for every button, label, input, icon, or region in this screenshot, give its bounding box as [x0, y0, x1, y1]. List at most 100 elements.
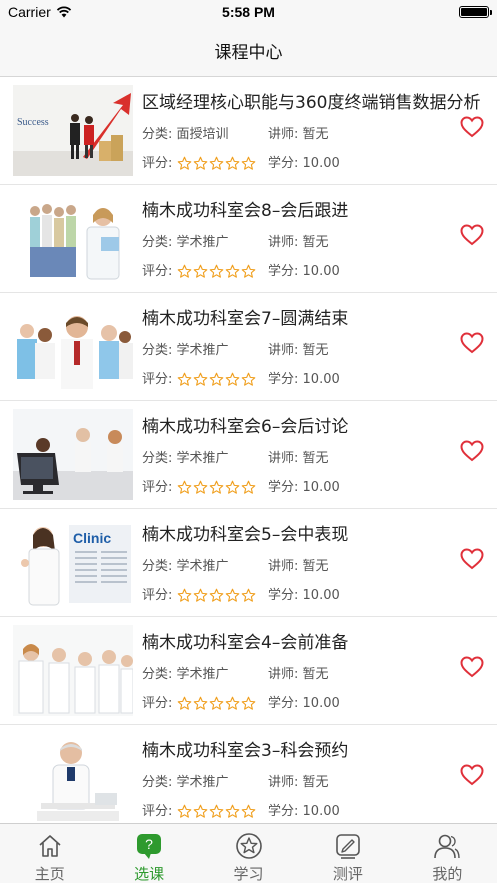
user-icon	[433, 832, 461, 860]
favorite-heart-icon[interactable]	[460, 224, 484, 246]
star-icon	[193, 372, 207, 386]
course-thumbnail	[13, 193, 133, 284]
star-icon	[193, 480, 207, 494]
credit-value: 10.00	[302, 588, 340, 603]
category-label: 分类:	[142, 127, 173, 142]
tab-star-badge[interactable]: 学习	[199, 824, 298, 883]
course-credit: 学分: 10.00	[268, 800, 340, 819]
favorite-heart-icon[interactable]	[460, 764, 484, 786]
category-label: 分类:	[142, 343, 173, 358]
credit-label: 学分:	[268, 264, 299, 279]
favorite-heart-icon[interactable]	[460, 332, 484, 354]
course-title: 楠木成功科室会4–会前准备	[142, 633, 349, 653]
question-bubble-icon: ?	[135, 832, 163, 860]
course-category: 分类: 学术推广	[142, 663, 229, 682]
course-category: 分类: 学术推广	[142, 447, 229, 466]
star-icon	[241, 156, 255, 170]
star-icon	[225, 480, 239, 494]
category-value: 学术推广	[176, 343, 229, 358]
lecturer-label: 讲师:	[268, 343, 299, 358]
course-list[interactable]: Success 区域经理核心职能与360度终端销售数据分析 分类: 面授培训 讲师: …	[0, 77, 497, 823]
star-icon	[225, 804, 239, 818]
lecturer-label: 讲师:	[268, 775, 299, 790]
course-rating: 评分:	[142, 692, 256, 711]
lecturer-value: 暂无	[302, 775, 329, 790]
star-icon	[225, 696, 239, 710]
tab-bar: 主页? 选课 学习 测评 我的	[0, 823, 497, 883]
star-icon	[225, 156, 239, 170]
course-rating: 评分:	[142, 260, 256, 279]
thumb-text: Clinic	[73, 530, 111, 546]
star-icon	[241, 588, 255, 602]
credit-value: 10.00	[302, 804, 340, 819]
tab-label: 主页	[34, 865, 65, 883]
course-rating: 评分:	[142, 368, 256, 387]
course-item[interactable]: 楠木成功科室会7–圆满结束 分类: 学术推广 讲师: 暂无 评分: 学分: 10.00	[0, 293, 497, 401]
rating-label: 评分:	[142, 156, 173, 171]
category-label: 分类:	[142, 667, 173, 682]
tab-label: 学习	[233, 865, 264, 883]
course-item[interactable]: 楠木成功科室会8–会后跟进 分类: 学术推广 讲师: 暂无 评分: 学分: 10.00	[0, 185, 497, 293]
tab-home[interactable]: 主页	[0, 824, 99, 883]
course-category: 分类: 学术推广	[142, 771, 229, 790]
category-label: 分类:	[142, 451, 173, 466]
course-item[interactable]: Clinic 楠木成功科室会5–会中表现 分类: 学术推广 讲师: 暂无 评分: 学分:…	[0, 509, 497, 617]
navigation-bar: 课程中心	[0, 24, 497, 77]
course-lecturer: 讲师: 暂无	[268, 555, 329, 574]
course-credit: 学分: 10.00	[268, 476, 340, 495]
course-item[interactable]: 楠木成功科室会3–科会预约 分类: 学术推广 讲师: 暂无 评分: 学分: 10.00	[0, 725, 497, 823]
course-item[interactable]: 楠木成功科室会6–会后讨论 分类: 学术推广 讲师: 暂无 评分: 学分: 10.00	[0, 401, 497, 509]
rating-stars	[177, 804, 256, 819]
lecturer-value: 暂无	[302, 667, 329, 682]
rating-label: 评分:	[142, 588, 173, 603]
tab-user[interactable]: 我的	[398, 824, 497, 883]
rating-stars	[177, 480, 256, 495]
course-lecturer: 讲师: 暂无	[268, 339, 329, 358]
lecturer-value: 暂无	[302, 127, 329, 142]
star-icon	[241, 372, 255, 386]
star-icon	[225, 264, 239, 278]
rating-stars	[177, 588, 256, 603]
tab-label: 测评	[332, 865, 363, 883]
tab-label: 选课	[134, 865, 165, 883]
tab-question-bubble[interactable]: ? 选课	[99, 824, 198, 883]
course-title: 楠木成功科室会3–科会预约	[142, 741, 349, 761]
course-item[interactable]: Success 区域经理核心职能与360度终端销售数据分析 分类: 面授培训 讲师: …	[0, 77, 497, 185]
star-icon	[177, 480, 191, 494]
course-lecturer: 讲师: 暂无	[268, 231, 329, 250]
course-thumbnail	[13, 301, 133, 392]
rating-label: 评分:	[142, 264, 173, 279]
star-icon	[225, 588, 239, 602]
course-thumbnail: Success	[13, 85, 133, 176]
star-icon	[177, 696, 191, 710]
course-category: 分类: 学术推广	[142, 555, 229, 574]
course-credit: 学分: 10.00	[268, 584, 340, 603]
category-value: 面授培训	[176, 127, 229, 142]
course-lecturer: 讲师: 暂无	[268, 447, 329, 466]
rating-label: 评分:	[142, 372, 173, 387]
star-icon	[177, 264, 191, 278]
course-thumbnail	[13, 733, 133, 823]
course-category: 分类: 学术推广	[142, 231, 229, 250]
favorite-heart-icon[interactable]	[460, 548, 484, 570]
star-icon	[241, 804, 255, 818]
star-icon	[193, 264, 207, 278]
course-lecturer: 讲师: 暂无	[268, 123, 329, 142]
category-label: 分类:	[142, 559, 173, 574]
lecturer-label: 讲师:	[268, 451, 299, 466]
favorite-heart-icon[interactable]	[460, 656, 484, 678]
credit-label: 学分:	[268, 480, 299, 495]
tab-edit[interactable]: 测评	[298, 824, 397, 883]
status-time: 5:58 PM	[222, 4, 275, 20]
favorite-heart-icon[interactable]	[460, 116, 484, 138]
credit-label: 学分:	[268, 588, 299, 603]
course-item[interactable]: 楠木成功科室会4–会前准备 分类: 学术推广 讲师: 暂无 评分: 学分: 10.00	[0, 617, 497, 725]
credit-value: 10.00	[302, 156, 340, 171]
star-badge-icon	[235, 832, 263, 860]
course-lecturer: 讲师: 暂无	[268, 771, 329, 790]
category-value: 学术推广	[176, 235, 229, 250]
thumb-text: Success	[17, 117, 49, 128]
favorite-heart-icon[interactable]	[460, 440, 484, 462]
star-icon	[193, 696, 207, 710]
category-value: 学术推广	[176, 667, 229, 682]
